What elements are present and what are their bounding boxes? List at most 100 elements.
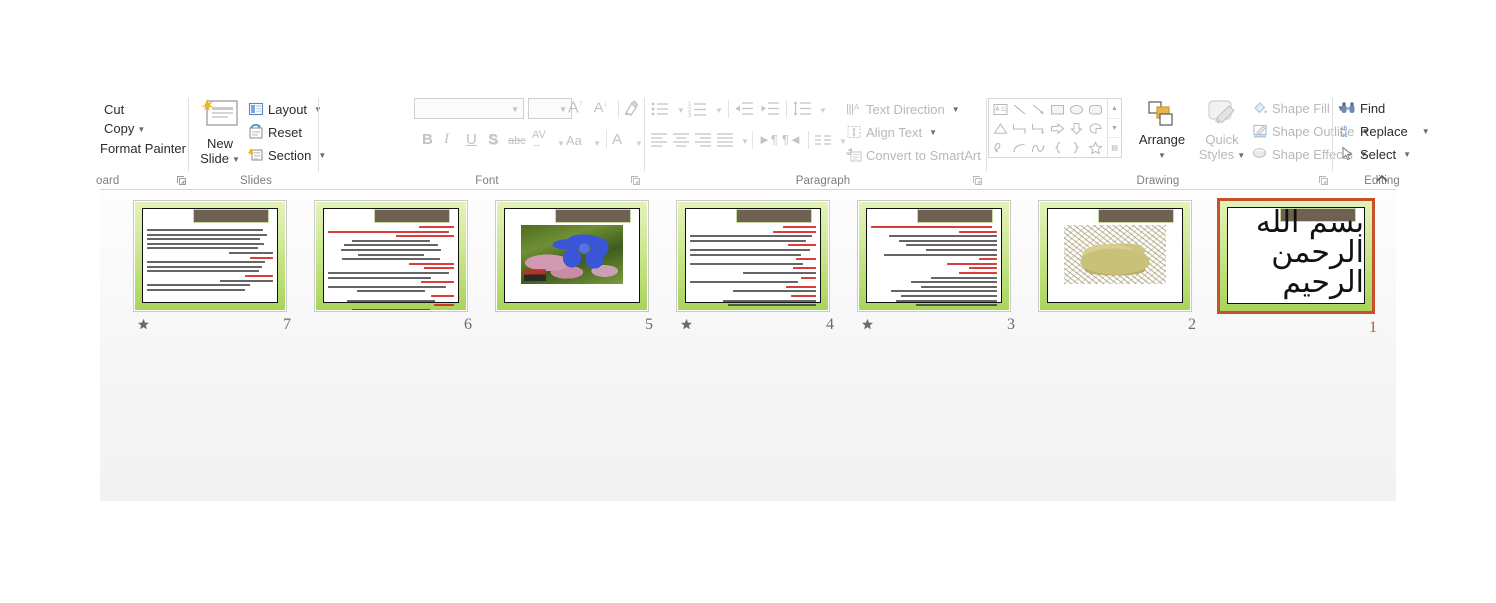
- align-right-button[interactable]: [694, 131, 712, 152]
- shape-arc[interactable]: [1010, 138, 1029, 157]
- bold-button[interactable]: B: [422, 131, 433, 148]
- shapes-gallery[interactable]: A ▲ ▼ ▤: [988, 98, 1122, 158]
- slide-content: [866, 208, 1002, 307]
- slide-thumbnail-6[interactable]: 6: [314, 200, 474, 333]
- shape-star[interactable]: [1086, 138, 1105, 157]
- paragraph-dialog-launcher[interactable]: [972, 175, 983, 186]
- line-spacing-button[interactable]: [792, 99, 812, 124]
- shapes-scroll-down-button[interactable]: ▼: [1108, 119, 1121, 139]
- shape-oval[interactable]: [1067, 100, 1086, 119]
- slide-title-placeholder: [374, 209, 450, 223]
- shape-right-arrow[interactable]: [1048, 119, 1067, 138]
- font-size-input[interactable]: ▼: [528, 98, 572, 119]
- justify-button[interactable]: [716, 131, 734, 152]
- increase-font-size-button[interactable]: A↑: [568, 98, 583, 117]
- shapes-gallery-scrollbar[interactable]: ▲ ▼ ▤: [1107, 99, 1121, 157]
- shape-line[interactable]: [1010, 100, 1029, 119]
- align-left-button[interactable]: [650, 131, 668, 152]
- shape-fill-button[interactable]: Shape Fill ▼: [1252, 100, 1345, 116]
- slide-number: 7: [283, 316, 291, 333]
- italic-button[interactable]: I: [444, 131, 449, 148]
- ribbon-group-label-clipboard: oard: [96, 175, 120, 187]
- chevron-down-icon: ▼: [951, 104, 960, 114]
- change-case-button[interactable]: Aa: [566, 133, 582, 148]
- shape-down-arrow[interactable]: [1067, 119, 1086, 138]
- shape-right-brace[interactable]: [1067, 138, 1086, 157]
- decrease-indent-button[interactable]: [734, 100, 754, 123]
- ribbon: Cut Copy ▼ Format Painter oard New Slide…: [96, 94, 1430, 190]
- clear-formatting-button[interactable]: [622, 98, 642, 123]
- divider: [728, 100, 729, 118]
- section-label: Section: [268, 147, 312, 163]
- layout-button[interactable]: Layout▼: [248, 101, 322, 117]
- copy-button[interactable]: Copy ▼: [104, 121, 145, 136]
- collapse-ribbon-icon[interactable]: [1374, 171, 1390, 187]
- slide-thumbnail-4[interactable]: 4: [676, 200, 836, 333]
- chevron-down-icon: ▼: [677, 106, 685, 115]
- slide-title-placeholder: [917, 209, 993, 223]
- shape-rectangle[interactable]: [1048, 100, 1067, 119]
- drawing-dialog-launcher[interactable]: [1318, 175, 1329, 186]
- arrange-button[interactable]: Arrange ▼: [1134, 99, 1190, 163]
- decrease-font-size-button[interactable]: A↓: [594, 99, 607, 115]
- image-watermark: [524, 269, 547, 282]
- divider: [786, 100, 787, 118]
- shape-rounded-rectangle[interactable]: [1086, 100, 1105, 119]
- bullets-button[interactable]: [650, 100, 670, 123]
- slide-thumbnail-2[interactable]: 2: [1038, 200, 1198, 333]
- ribbon-group-label-drawing: Drawing: [1136, 175, 1180, 187]
- new-slide-button[interactable]: New Slide ▼: [196, 98, 244, 167]
- slide-number: 6: [464, 316, 472, 333]
- shape-pie[interactable]: [1086, 119, 1105, 138]
- rtl-text-direction-button[interactable]: ¶◄: [782, 132, 802, 147]
- text-direction-button[interactable]: A Text Direction ▼: [846, 101, 960, 117]
- underline-button[interactable]: U: [466, 131, 477, 148]
- shape-triangle[interactable]: [991, 119, 1010, 138]
- slide-thumbnail-3[interactable]: 3: [857, 200, 1017, 333]
- group-separator: [188, 98, 189, 172]
- font-name-input[interactable]: ▼: [414, 98, 524, 119]
- text-shadow-button[interactable]: S: [488, 131, 498, 148]
- font-dialog-launcher[interactable]: [630, 175, 641, 186]
- strikethrough-button[interactable]: abc: [508, 135, 526, 147]
- section-button[interactable]: Section ▼: [246, 147, 326, 163]
- shape-text-box[interactable]: A: [991, 100, 1010, 119]
- font-color-button[interactable]: A: [612, 131, 622, 148]
- clipboard-dialog-launcher[interactable]: [176, 175, 187, 186]
- quick-styles-button[interactable]: Quick Styles ▼: [1196, 99, 1248, 163]
- shape-elbow-arrow-connector[interactable]: [1029, 119, 1048, 138]
- shape-elbow-connector[interactable]: [1010, 119, 1029, 138]
- shapes-scroll-up-button[interactable]: ▲: [1108, 99, 1121, 119]
- numbering-button[interactable]: 123: [688, 100, 708, 123]
- layout-label: Layout: [268, 101, 308, 117]
- increase-indent-button[interactable]: [760, 100, 780, 123]
- slide-content: [504, 208, 640, 303]
- reset-button[interactable]: Reset: [248, 124, 302, 140]
- shape-left-brace[interactable]: [1048, 138, 1067, 157]
- replace-button[interactable]: ab ac Replace ▼: [1340, 123, 1430, 139]
- align-text-button[interactable]: Align Text ▼: [846, 124, 937, 140]
- find-button[interactable]: Find: [1340, 100, 1385, 116]
- select-button[interactable]: Select ▼: [1340, 146, 1411, 162]
- chevron-down-icon: ▼: [1158, 151, 1166, 161]
- convert-to-smartart-button[interactable]: Convert to SmartArt▼: [846, 147, 996, 163]
- cut-button[interactable]: Cut: [104, 102, 124, 117]
- slide-thumbnail-7[interactable]: 7: [133, 200, 293, 333]
- slide-thumbnail-1[interactable]: بسم الله الرحمن الرحيم 1: [1217, 198, 1379, 336]
- format-painter-button[interactable]: Format Painter: [100, 141, 186, 156]
- ltr-text-direction-button[interactable]: ►¶: [758, 132, 778, 147]
- chevron-down-icon: ▼: [741, 137, 749, 146]
- shapes-more-button[interactable]: ▤: [1108, 138, 1121, 157]
- chevron-down-icon: ▼: [1421, 126, 1430, 136]
- align-center-button[interactable]: [672, 131, 690, 152]
- shape-scribble[interactable]: [991, 138, 1010, 157]
- slide-thumbnail-5[interactable]: 5: [495, 200, 655, 333]
- shape-curve[interactable]: [1029, 138, 1048, 157]
- slide-sorter-panel[interactable]: 7 6 5 4 3 2 بسم الله الرحمن الرحيم 1: [100, 191, 1396, 501]
- slide-canvas: بسم الله الرحمن الرحيم: [1220, 201, 1372, 311]
- character-spacing-button[interactable]: AV ↔: [532, 130, 546, 150]
- text-direction-label: Text Direction: [866, 101, 945, 117]
- slide-frame: [676, 200, 830, 312]
- columns-button[interactable]: [814, 133, 832, 152]
- shape-arrow[interactable]: [1029, 100, 1048, 119]
